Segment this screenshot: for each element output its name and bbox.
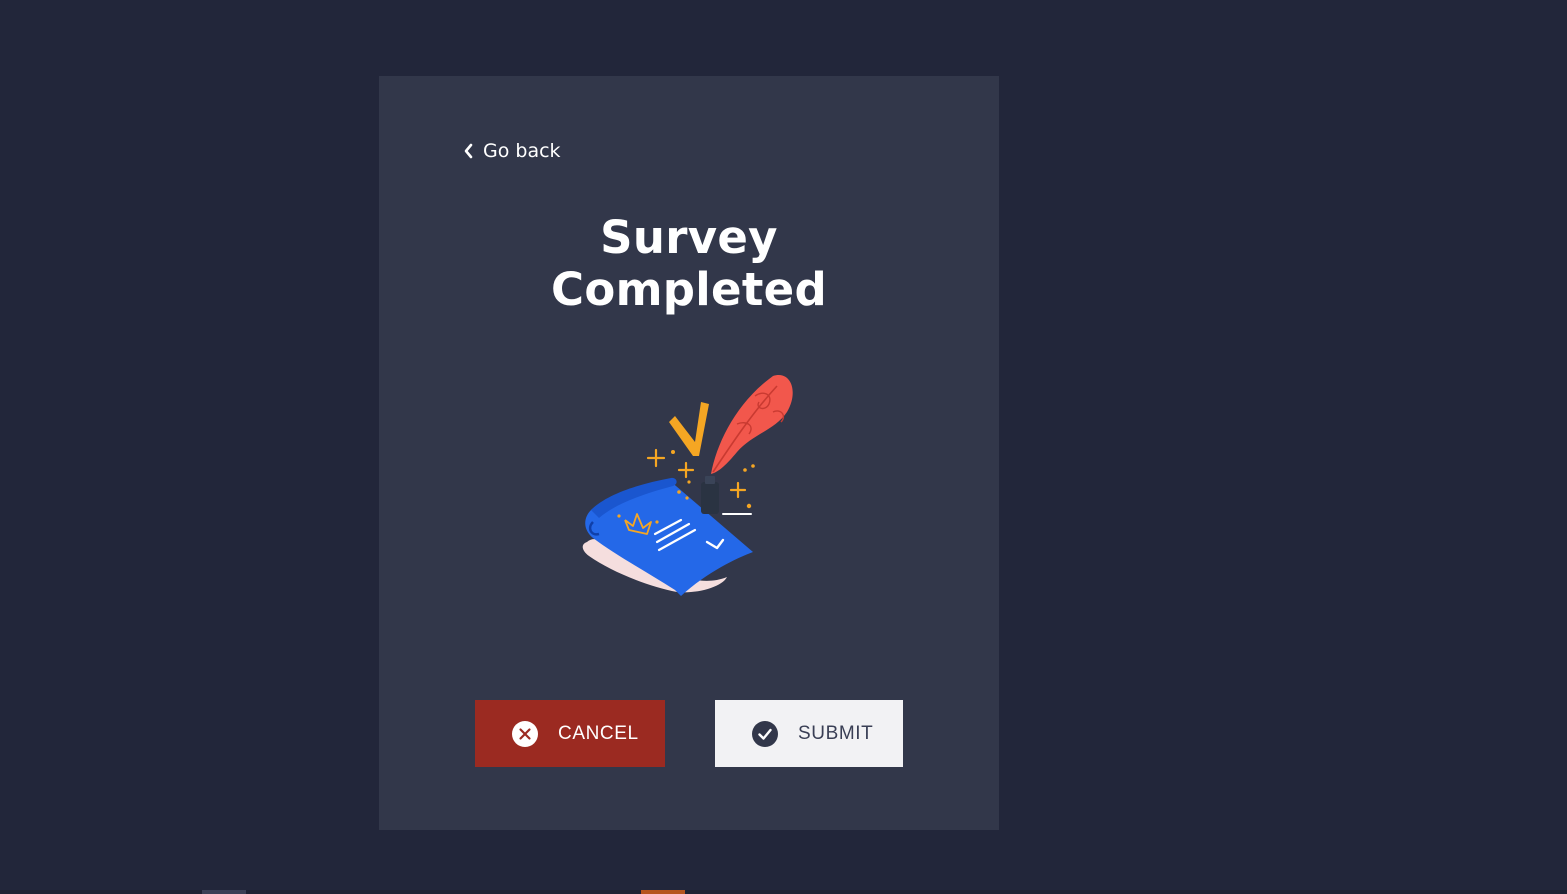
bottom-edge-strip — [0, 890, 1567, 894]
survey-completed-card: Go back Survey Completed CANCEL SUBMIT — [379, 76, 999, 830]
check-circle-icon — [752, 720, 778, 747]
go-back-label: Go back — [483, 140, 561, 162]
bottom-strip-mark — [202, 890, 246, 894]
submit-label: SUBMIT — [798, 722, 874, 744]
cancel-button[interactable]: CANCEL — [475, 700, 665, 767]
bottom-strip-mark-accent — [641, 890, 685, 894]
cancel-label: CANCEL — [558, 722, 639, 744]
orange-check-accent — [669, 402, 709, 456]
quill-and-scroll-illustration — [582, 374, 793, 596]
close-circle-icon — [512, 720, 538, 747]
page-background: Go back Survey Completed CANCEL SUBMIT — [0, 0, 1567, 894]
title-line-2: Completed — [551, 263, 827, 316]
submit-button[interactable]: SUBMIT — [715, 700, 903, 767]
title-line-1: Survey — [600, 211, 778, 264]
chevron-left-icon — [464, 143, 473, 159]
quill-feather — [711, 374, 793, 474]
go-back-link[interactable]: Go back — [462, 140, 561, 162]
page-title: Survey Completed — [379, 212, 999, 316]
